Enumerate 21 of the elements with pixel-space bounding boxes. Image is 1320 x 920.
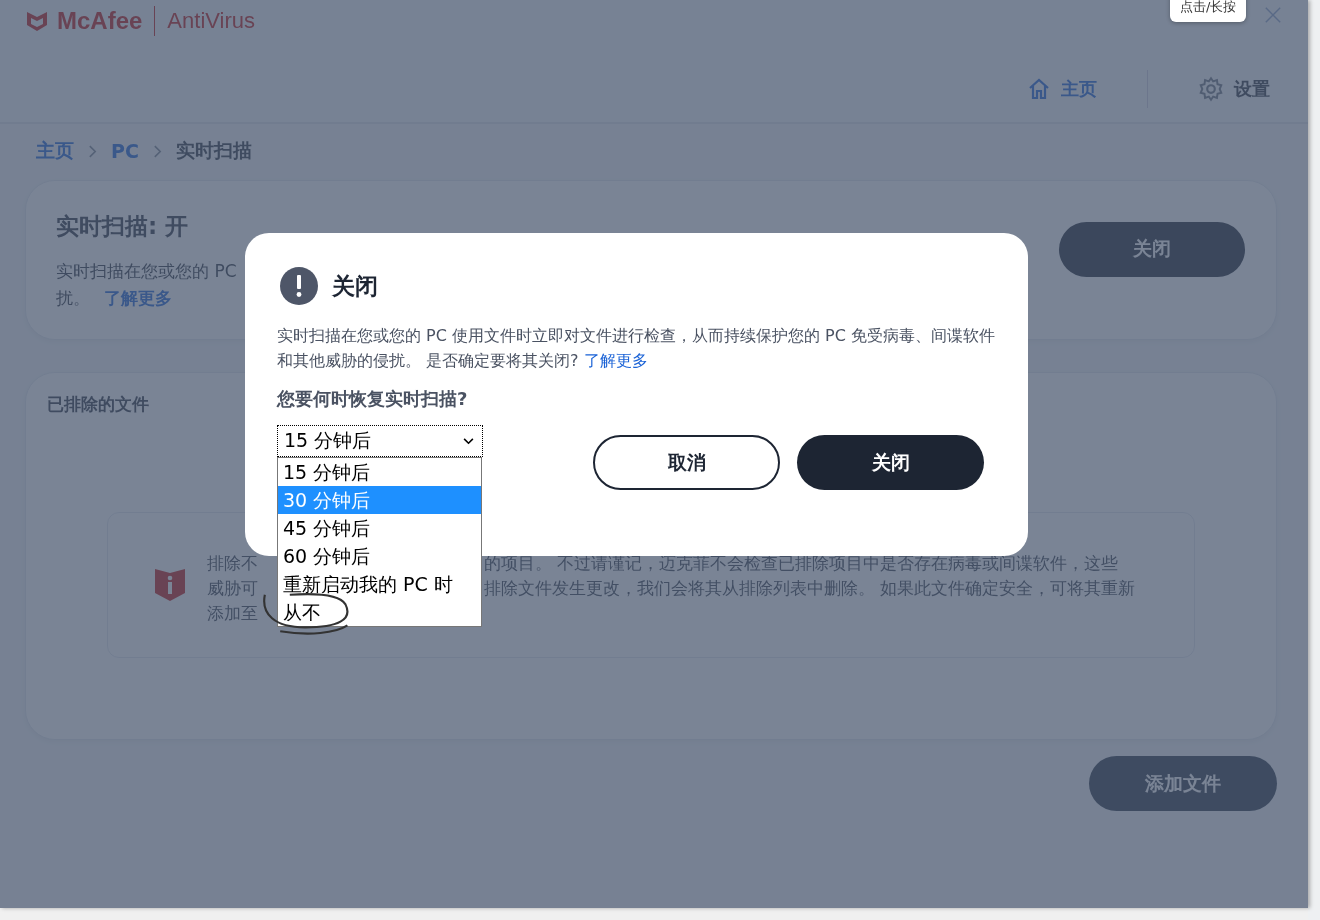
dropdown-option[interactable]: 从不 <box>278 598 481 626</box>
dropdown-option[interactable]: 45 分钟后 <box>278 514 481 542</box>
caret-icon <box>463 437 474 445</box>
card-title: 已排除的文件 <box>47 393 149 416</box>
learn-more-link[interactable]: 了解更多 <box>583 351 648 370</box>
card-title: 实时扫描: 开 <box>56 211 190 241</box>
dropdown-option[interactable]: 重新启动我的 PC 时 <box>278 570 481 598</box>
card-description: 扰。 <box>56 286 90 310</box>
card-description: 实时扫描在您或您的 PC <box>56 259 237 283</box>
dropdown-option[interactable]: 60 分钟后 <box>278 542 481 570</box>
brand-name: McAfee <box>57 7 143 35</box>
product-name: AntiVirus <box>167 8 255 34</box>
dialog-message: 实时扫描在您或您的 PC 使用文件时立即对文件进行检查，从而持续保护您的 PC 免受病毒、间谍软件和其他威胁的侵扰。 是否确定要将其关闭? 了解更多 <box>277 325 996 372</box>
dropdown-option[interactable]: 30 分钟后 <box>278 486 481 514</box>
question-label: 您要何时恢复实时扫描? <box>277 387 469 411</box>
warning-icon <box>280 267 318 305</box>
dialog-button[interactable]: 关闭 <box>797 435 984 490</box>
tooltip: 点击/长按 <box>1170 0 1247 22</box>
dialog-title: 关闭 <box>332 271 378 301</box>
dropdown-option[interactable]: 15 分钟后 <box>278 458 481 486</box>
dialog-button[interactable]: 取消 <box>593 435 780 490</box>
